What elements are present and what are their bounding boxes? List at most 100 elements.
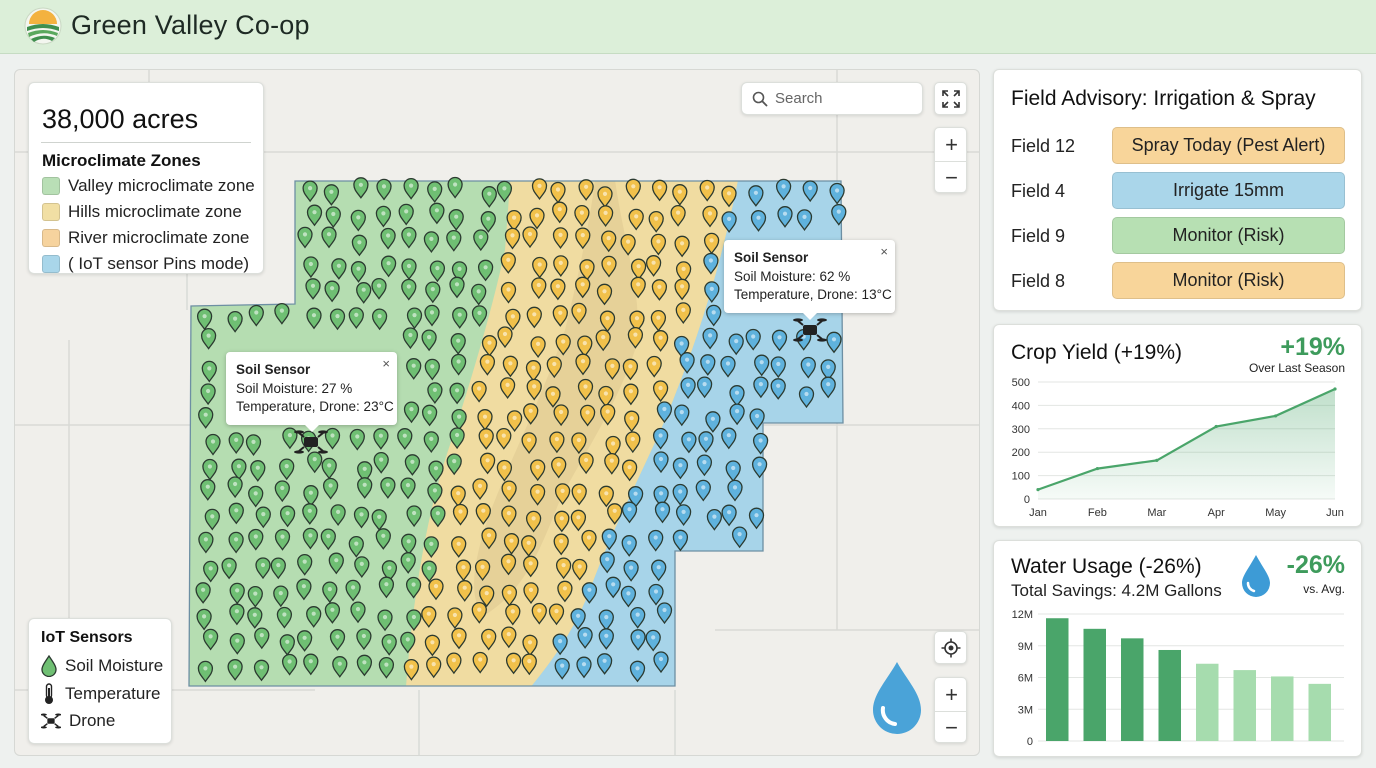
- sensor-temperature[interactable]: Temperature: [41, 682, 160, 706]
- soil-moisture-drop-icon: [41, 655, 57, 677]
- y-tick-label: 400: [1012, 400, 1030, 412]
- yield-chart: 0 100 200 300 400 500 Jan Feb Mar Apr May Jun: [1012, 377, 1344, 519]
- sensor-popup: Soil Sensor Soil Moisture: 27 % Temperat…: [226, 352, 397, 431]
- x-tick-label: Feb: [1088, 507, 1107, 519]
- zoom-out-button[interactable]: −: [935, 711, 966, 742]
- fullscreen-button[interactable]: [934, 82, 967, 115]
- popup-temperature: Temperature, Drone: 23°C: [236, 399, 394, 414]
- advisory-row: Field 8 Monitor (Risk): [1011, 262, 1346, 299]
- water-bar[interactable]: [1046, 618, 1069, 741]
- zone-swatch: [42, 229, 60, 247]
- yield-point: [1036, 488, 1040, 492]
- advisory-row: Field 9 Monitor (Risk): [1011, 217, 1346, 254]
- y-tick-label: 12M: [1012, 609, 1033, 621]
- sensor-soil-moisture[interactable]: Soil Moisture: [41, 654, 163, 678]
- advisory-action[interactable]: Monitor (Risk): [1112, 262, 1345, 299]
- zoom-in-button[interactable]: +: [935, 678, 966, 711]
- total-acres: 38,000 acres: [42, 104, 199, 134]
- zone-river[interactable]: River microclimate zone: [42, 227, 249, 249]
- water-bar[interactable]: [1083, 628, 1107, 741]
- advisory-title: Field Advisory: Irrigation & Spray: [1011, 87, 1316, 110]
- zoom-in-button[interactable]: +: [935, 128, 966, 161]
- x-tick-label: May: [1265, 507, 1286, 519]
- water-usage-card: Water Usage (-26%) Total Savings: 4.2M G…: [993, 540, 1362, 757]
- sensor-drone[interactable]: Drone: [41, 709, 115, 733]
- water-bar[interactable]: [1158, 649, 1182, 741]
- water-bar[interactable]: [1196, 663, 1219, 741]
- popup-close-button[interactable]: ×: [880, 243, 888, 262]
- y-tick-label: 500: [1012, 377, 1030, 389]
- water-bar[interactable]: [1233, 670, 1257, 741]
- zoom-controls-bottom: + −: [934, 677, 967, 743]
- advisory-action[interactable]: Spray Today (Pest Alert): [1112, 127, 1345, 164]
- water-bar[interactable]: [1121, 638, 1144, 741]
- popup-title: Soil Sensor: [236, 362, 311, 377]
- advisory-field: Field 8: [1011, 271, 1066, 291]
- yield-change: +19%: [1280, 333, 1345, 361]
- legend-divider: [41, 142, 251, 143]
- advisory-field: Field 12: [1011, 136, 1076, 156]
- search-input[interactable]: [775, 90, 915, 107]
- water-drop-icon: [1242, 555, 1270, 597]
- farm-map[interactable]: 38,000 acres Microclimate Zones Valley m…: [14, 69, 980, 756]
- zone-swatch: [42, 255, 60, 273]
- water-vs-label: vs. Avg.: [1303, 582, 1345, 596]
- advisory-row: Field 12 Spray Today (Pest Alert): [1011, 127, 1346, 164]
- y-tick-label: 0: [1024, 494, 1030, 506]
- water-bar[interactable]: [1271, 676, 1294, 741]
- zone-label: Valley microclimate zone: [68, 176, 255, 195]
- popup-moisture: Soil Moisture: 27 %: [236, 380, 353, 396]
- water-chart: 0 3M 6M 9M 12M: [1012, 609, 1344, 748]
- x-tick-label: Apr: [1208, 507, 1225, 519]
- zone-iot-pins[interactable]: ( IoT sensor Pins mode): [42, 253, 249, 275]
- sensor-label: Temperature: [65, 684, 161, 703]
- zone-label: Hills microclimate zone: [68, 202, 242, 221]
- crosshair-icon: [941, 638, 960, 657]
- crop-yield-card: Crop Yield (+19%) +19% Over Last Season …: [993, 324, 1362, 527]
- x-tick-label: Jun: [1326, 507, 1344, 519]
- advisory-row: Field 4 Irrigate 15mm: [1011, 172, 1346, 209]
- x-tick-label: Jan: [1029, 507, 1047, 519]
- zone-valley[interactable]: Valley microclimate zone: [42, 175, 255, 197]
- advisory-field: Field 9: [1011, 226, 1066, 246]
- advisory-action[interactable]: Monitor (Risk): [1112, 217, 1345, 254]
- field-advisory-card: Field Advisory: Irrigation & Spray Field…: [993, 69, 1362, 311]
- zoom-out-button[interactable]: −: [935, 161, 966, 192]
- map-search[interactable]: [741, 82, 923, 115]
- popup-title: Soil Sensor: [734, 250, 809, 265]
- expand-icon: [941, 89, 960, 108]
- y-tick-label: 0: [1027, 736, 1033, 748]
- y-tick-label: 3M: [1018, 704, 1033, 716]
- zone-swatch: [42, 177, 60, 195]
- y-tick-label: 100: [1012, 471, 1030, 483]
- zoom-controls-top: + −: [934, 127, 967, 193]
- thermometer-icon: [45, 683, 53, 704]
- popup-close-button[interactable]: ×: [382, 355, 390, 374]
- y-tick-label: 6M: [1018, 673, 1033, 685]
- yield-point: [1214, 424, 1218, 429]
- water-subtitle: Total Savings: 4.2M Gallons: [1011, 581, 1222, 600]
- x-tick-label: Mar: [1147, 507, 1166, 519]
- map-legend: 38,000 acres Microclimate Zones Valley m…: [28, 82, 264, 274]
- zone-label: River microclimate zone: [68, 228, 250, 247]
- zone-swatch: [42, 203, 60, 221]
- water-change: -26%: [1286, 551, 1345, 579]
- app-title: Green Valley Co-op: [71, 10, 310, 40]
- y-tick-label: 9M: [1018, 641, 1033, 653]
- advisory-action[interactable]: Irrigate 15mm: [1112, 172, 1345, 209]
- yield-point: [1095, 466, 1099, 471]
- farm-sunrise-logo[interactable]: [24, 7, 62, 45]
- sensors-title: IoT Sensors: [41, 629, 133, 646]
- popup-moisture: Soil Moisture: 62 %: [734, 268, 851, 284]
- zones-title: Microclimate Zones: [42, 151, 201, 170]
- zone-hills[interactable]: Hills microclimate zone: [42, 201, 242, 223]
- yield-point: [1333, 387, 1337, 391]
- popup-temperature: Temperature, Drone: 13°C: [734, 287, 892, 302]
- yield-point: [1155, 458, 1159, 462]
- yield-title: Crop Yield (+19%): [1011, 341, 1183, 364]
- y-tick-label: 300: [1012, 424, 1030, 436]
- water-drop-icon: [873, 662, 921, 734]
- sensor-popup: Soil Sensor Soil Moisture: 62 % Temperat…: [724, 240, 895, 319]
- locate-button[interactable]: [934, 631, 967, 664]
- water-bar[interactable]: [1308, 683, 1332, 741]
